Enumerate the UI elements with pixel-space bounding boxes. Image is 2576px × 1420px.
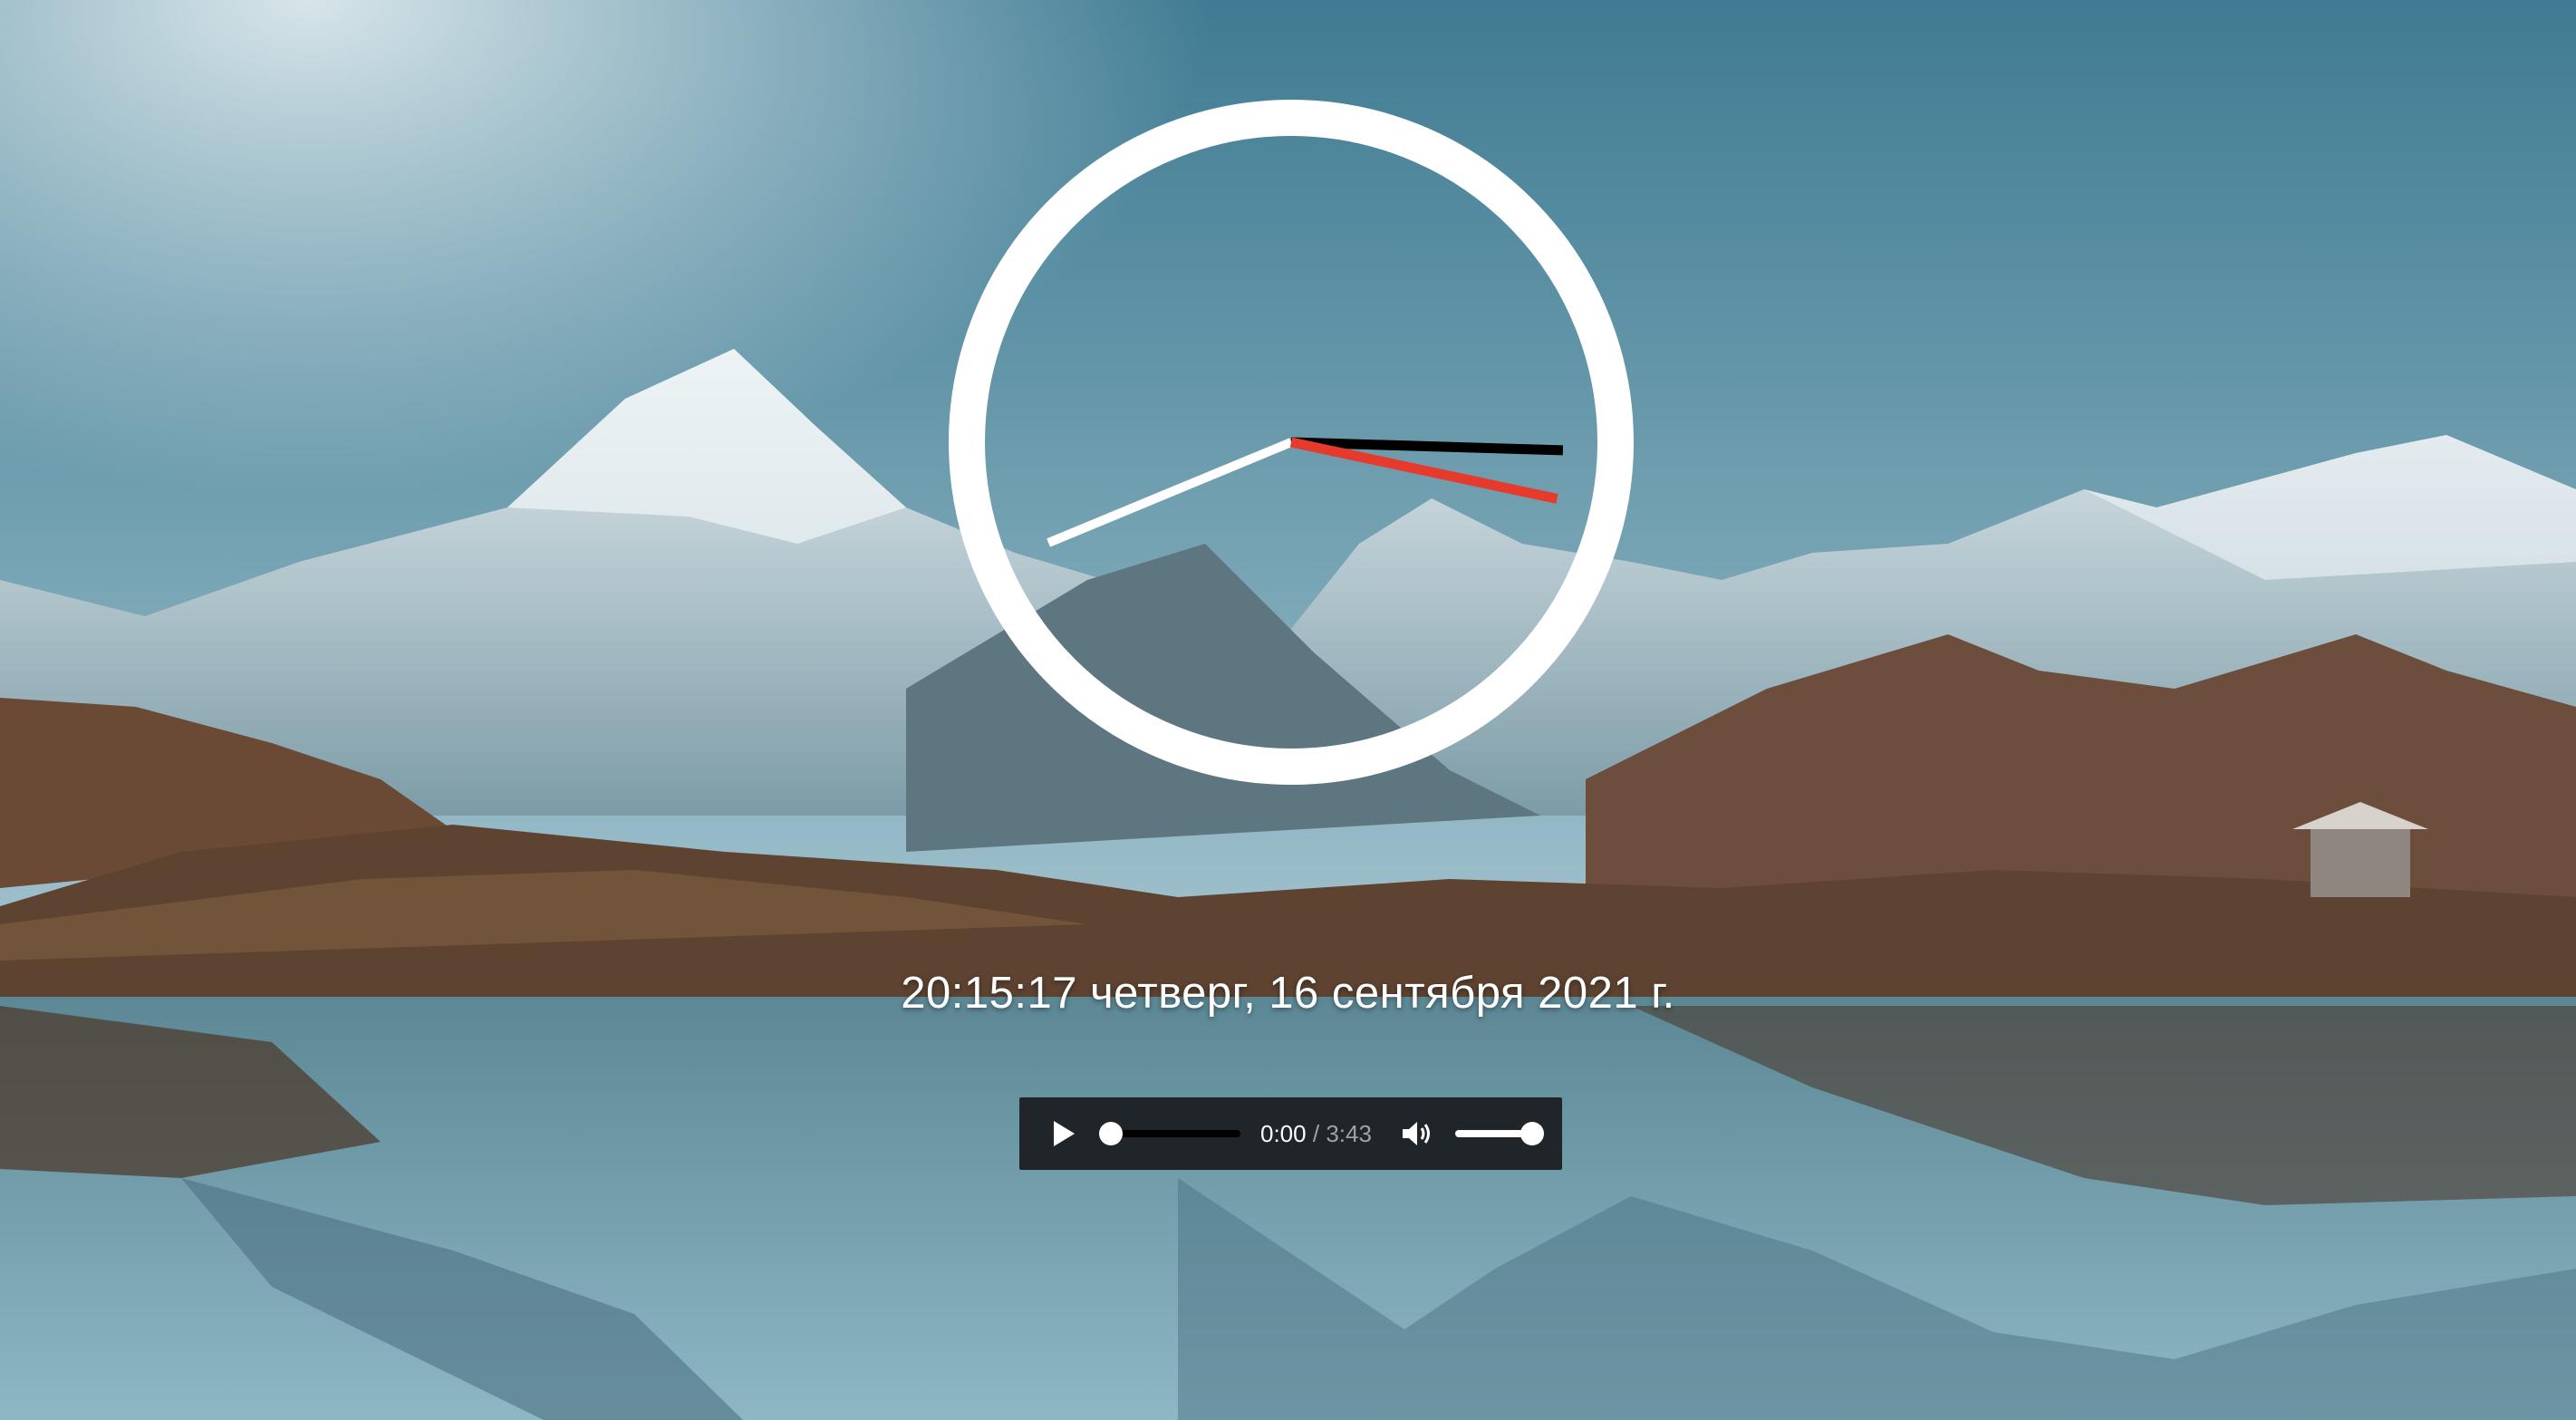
hour-hand: [1047, 438, 1293, 547]
audio-player: 0:00 / 3:43: [1019, 1097, 1562, 1170]
volume-thumb[interactable]: [1520, 1122, 1544, 1145]
analog-clock: [947, 98, 1635, 787]
desktop-stage: 20:15:17 четверг, 16 сентября 2021 г. 0:…: [0, 0, 2576, 1420]
mute-button[interactable]: [1399, 1116, 1435, 1152]
time-separator: /: [1312, 1119, 1320, 1147]
time-display: 0:00 / 3:43: [1260, 1120, 1372, 1148]
play-button[interactable]: [1048, 1118, 1079, 1149]
volume-slider[interactable]: [1454, 1122, 1544, 1145]
duration: 3:43: [1326, 1119, 1372, 1147]
clock-face: [949, 100, 1634, 785]
current-time: 0:00: [1260, 1119, 1307, 1147]
volume-icon: [1402, 1122, 1430, 1145]
date-time-label: 20:15:17 четверг, 16 сентября 2021 г.: [901, 969, 1675, 1018]
play-icon: [1054, 1121, 1075, 1146]
seek-bar[interactable]: [1099, 1122, 1240, 1145]
seek-thumb[interactable]: [1099, 1122, 1123, 1145]
